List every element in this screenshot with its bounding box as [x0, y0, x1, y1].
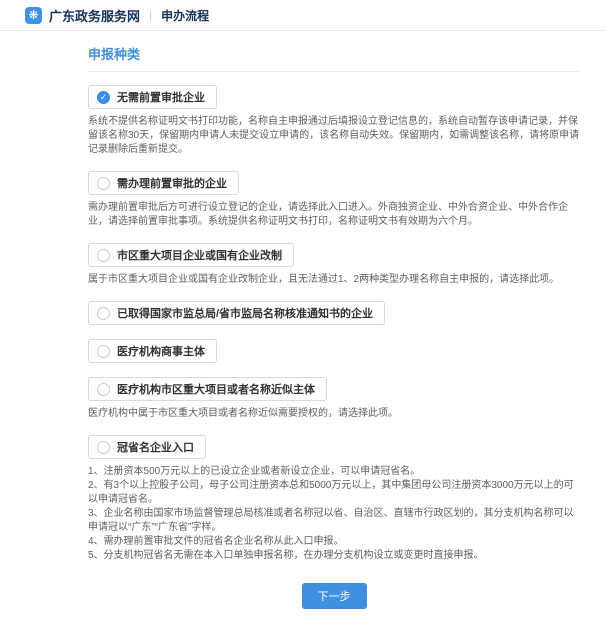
option-radio-box[interactable]: 市区重大项目企业或国有企业改制	[88, 243, 294, 267]
option-province-prefixed-name-entry: 冠省名企业入口 1、注册资本500万元以上的已设立企业或者新设立企业，可以申请冠…	[88, 435, 580, 563]
header: ❋ 广东政务服务网 | 申办流程	[0, 0, 605, 31]
note-item: 2、有3个以上控股子公司，母子公司注册资本总和5000万元以上，其中集团母公司注…	[88, 479, 580, 507]
option-no-preapproval: ✓ 无需前置审批企业 系统不提供名称证明文书打印功能，名称自主申报通过后填报设立…	[88, 85, 580, 157]
option-preapproval-required: 需办理前置审批的企业 需办理前置审批后方可进行设立登记的企业，请选择此入口进入。…	[88, 171, 580, 229]
option-label: 无需前置审批企业	[117, 89, 205, 105]
option-label: 需办理前置审批的企业	[117, 175, 227, 191]
option-radio-box[interactable]: 需办理前置审批的企业	[88, 171, 239, 195]
option-label: 医疗机构市区重大项目或者名称近似主体	[117, 381, 315, 397]
gd-gov-flower-logo-icon: ❋	[25, 7, 42, 24]
option-radio-box[interactable]: 医疗机构市区重大项目或者名称近似主体	[88, 377, 327, 401]
brand-home-link[interactable]: 广东政务服务网	[49, 6, 140, 25]
main-content: 申报种类 ✓ 无需前置审批企业 系统不提供名称证明文书打印功能，名称自主申报通过…	[0, 31, 605, 621]
option-description: 系统不提供名称证明文书打印功能，名称自主申报通过后填报设立登记信息的，系统自动暂…	[88, 115, 580, 157]
next-step-button[interactable]: 下一步	[302, 583, 367, 609]
footer: 下一步	[88, 577, 580, 621]
option-description: 医疗机构中属于市区重大项目或者名称近似需要授权的，请选择此项。	[88, 407, 580, 421]
option-label: 已取得国家市监总局/省市监局名称核准通知书的企业	[117, 305, 373, 321]
header-nav-title: 申办流程	[161, 7, 209, 24]
option-notes-list: 1、注册资本500万元以上的已设立企业或者新设立企业，可以申请冠省名。 2、有3…	[88, 465, 580, 563]
radio-unchecked-icon[interactable]	[97, 177, 110, 190]
option-medical-major-project-similar-name: 医疗机构市区重大项目或者名称近似主体 医疗机构中属于市区重大项目或者名称近似需要…	[88, 377, 580, 421]
option-label: 冠省名企业入口	[117, 439, 194, 455]
option-description: 需办理前置审批后方可进行设立登记的企业，请选择此入口进入。外商独资企业、中外合资…	[88, 201, 580, 229]
radio-unchecked-icon[interactable]	[97, 383, 110, 396]
option-medical-commercial-entity: 医疗机构商事主体	[88, 339, 580, 363]
page-title: 申报种类	[88, 44, 580, 72]
option-radio-box[interactable]: ✓ 无需前置审批企业	[88, 85, 217, 109]
note-item: 1、注册资本500万元以上的已设立企业或者新设立企业，可以申请冠省名。	[88, 465, 580, 479]
radio-unchecked-icon[interactable]	[97, 249, 110, 262]
option-major-project-or-soe-reform: 市区重大项目企业或国有企业改制 属于市区重大项目企业或国有企业改制企业，且无法通…	[88, 243, 580, 287]
note-item: 3、企业名称由国家市场监督管理总局核准或者名称冠以省、自治区、直辖市行政区划的，…	[88, 507, 580, 535]
radio-unchecked-icon[interactable]	[97, 441, 110, 454]
option-radio-box[interactable]: 已取得国家市监总局/省市监局名称核准通知书的企业	[88, 301, 385, 325]
header-separator: |	[149, 8, 152, 22]
option-label: 市区重大项目企业或国有企业改制	[117, 247, 282, 263]
option-label: 医疗机构商事主体	[117, 343, 205, 359]
note-item: 4、需办理前置审批文件的冠省名企业名称从此入口申报。	[88, 535, 580, 549]
radio-unchecked-icon[interactable]	[97, 307, 110, 320]
note-item: 5、分支机构冠省名无需在本入口单独申报名称，在办理分支机构设立或变更时直接申报。	[88, 549, 580, 563]
option-radio-box[interactable]: 冠省名企业入口	[88, 435, 206, 459]
radio-checked-icon[interactable]: ✓	[97, 91, 110, 104]
option-description: 属于市区重大项目企业或国有企业改制企业，且无法通过1、2两种类型办理名称自主申报…	[88, 273, 580, 287]
radio-unchecked-icon[interactable]	[97, 345, 110, 358]
option-samr-approved-name: 已取得国家市监总局/省市监局名称核准通知书的企业	[88, 301, 580, 325]
option-radio-box[interactable]: 医疗机构商事主体	[88, 339, 217, 363]
